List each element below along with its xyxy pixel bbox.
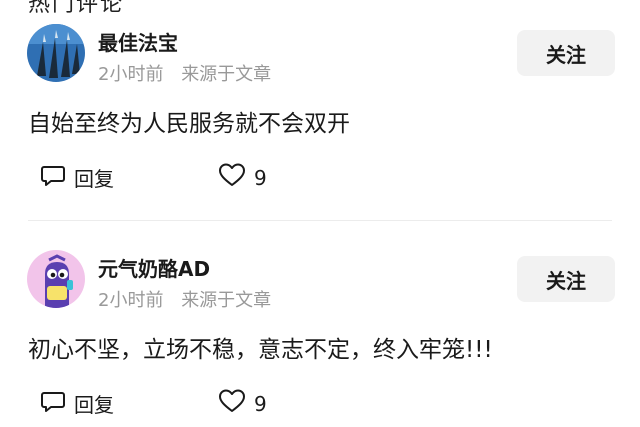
reply-label: 回复 (74, 167, 114, 191)
like-button[interactable]: 9 (218, 388, 267, 419)
like-count: 9 (254, 165, 267, 190)
comment-text: 初心不坚，立场不稳，意志不定，终入牢笼!!! (28, 337, 493, 363)
reply-label: 回复 (74, 393, 114, 417)
comment-actions: 回复 9 (40, 388, 340, 418)
avatar[interactable] (27, 250, 85, 308)
timestamp: 2小时前 (98, 290, 164, 311)
username[interactable]: 元气奶酪AD (98, 253, 210, 282)
comment-bubble-icon (40, 388, 66, 419)
reply-button[interactable]: 回复 (40, 388, 114, 419)
comment-meta: 2小时前 来源于文章 (98, 60, 271, 86)
like-button[interactable]: 9 (218, 162, 267, 193)
timestamp: 2小时前 (98, 64, 164, 85)
comment-divider (28, 220, 612, 221)
comment-bubble-icon (40, 162, 66, 193)
previous-section-heading: 热门评论 (28, 0, 125, 17)
source-label: 来源于文章 (181, 64, 272, 85)
avatar[interactable] (27, 24, 85, 82)
username[interactable]: 最佳法宝 (98, 27, 178, 56)
like-count: 9 (254, 391, 267, 416)
comment-meta: 2小时前 来源于文章 (98, 286, 271, 312)
reply-button[interactable]: 回复 (40, 162, 114, 193)
comment-text: 自始至终为人民服务就不会双开 (28, 111, 350, 137)
source-label: 来源于文章 (181, 290, 272, 311)
comment-item: 元气奶酪AD 2小时前 来源于文章 关注 初心不坚，立场不稳，意志不定，终入牢笼… (0, 246, 640, 427)
follow-button[interactable]: 关注 (517, 30, 615, 76)
comment-item: 最佳法宝 2小时前 来源于文章 关注 自始至终为人民服务就不会双开 回复 9 (0, 20, 640, 220)
comment-actions: 回复 9 (40, 162, 340, 192)
heart-icon (218, 388, 246, 419)
follow-button[interactable]: 关注 (517, 256, 615, 302)
heart-icon (218, 162, 246, 193)
